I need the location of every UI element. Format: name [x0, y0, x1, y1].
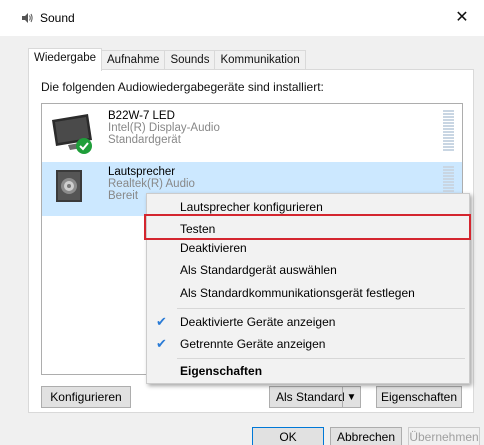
window-title: Sound	[40, 11, 75, 25]
menu-item-label: Deaktivieren	[180, 241, 247, 255]
checkmark-icon: ✔	[156, 336, 167, 351]
cancel-button[interactable]: Abbrechen	[330, 427, 402, 445]
menu-item-show-disconnected-devices[interactable]: ✔ Getrennte Geräte anzeigen	[147, 333, 469, 355]
configure-button[interactable]: Konfigurieren	[41, 386, 131, 408]
volume-level-meter	[443, 110, 454, 152]
menu-item-properties[interactable]: Eigenschaften	[147, 360, 469, 382]
ok-button[interactable]: OK	[252, 427, 324, 445]
menu-item-label: Lautsprecher konfigurieren	[180, 200, 323, 214]
menu-item-show-disabled-devices[interactable]: ✔ Deaktivierte Geräte anzeigen	[147, 311, 469, 333]
device-status: Bereit	[108, 190, 139, 202]
tab-strip: Wiedergabe Aufnahme Sounds Kommunikation	[28, 48, 306, 71]
tab-kommunikation[interactable]: Kommunikation	[214, 50, 306, 70]
menu-item-set-default-device[interactable]: Als Standardgerät auswählen	[147, 259, 469, 281]
close-icon: ✕	[455, 9, 469, 26]
device-status: Standardgerät	[108, 134, 181, 146]
menu-item-label: Getrennte Geräte anzeigen	[180, 337, 326, 351]
title-bar: Sound ✕	[0, 0, 484, 36]
device-name: Lautsprecher	[108, 166, 176, 178]
device-item-b22w[interactable]: B22W-7 LED Intel(R) Display-Audio Standa…	[42, 106, 462, 160]
checkmark-icon: ✔	[156, 314, 167, 329]
set-default-label: Als Standard	[276, 390, 345, 404]
set-default-button[interactable]: Als Standard ▼	[269, 386, 361, 408]
panel-heading: Die folgenden Audiowiedergabegeräte sind…	[41, 80, 324, 94]
menu-item-label: Als Standardgerät auswählen	[180, 263, 337, 277]
tab-wiedergabe[interactable]: Wiedergabe	[28, 48, 103, 71]
menu-item-label: Als Standardkommunikationsgerät festlege…	[180, 286, 415, 300]
apply-button[interactable]: Übernehmen	[408, 427, 480, 445]
close-button[interactable]: ✕	[440, 2, 484, 32]
dropdown-arrow-icon[interactable]: ▼	[342, 387, 360, 407]
menu-item-label: Deaktivierte Geräte anzeigen	[180, 315, 336, 329]
tab-sounds[interactable]: Sounds	[164, 50, 216, 70]
menu-item-label: Eigenschaften	[180, 364, 263, 378]
menu-item-set-default-communication[interactable]: Als Standardkommunikationsgerät festlege…	[147, 282, 469, 304]
tab-aufnahme[interactable]: Aufnahme	[101, 50, 166, 70]
properties-button[interactable]: Eigenschaften	[376, 386, 462, 408]
default-check-badge	[76, 138, 92, 154]
device-driver: Intel(R) Display-Audio	[108, 122, 220, 134]
highlight-frame	[144, 214, 471, 240]
menu-separator	[177, 308, 465, 309]
speaker-icon	[22, 13, 33, 23]
speaker-icon	[56, 170, 82, 202]
menu-item-disable[interactable]: Deaktivieren	[147, 237, 469, 259]
device-driver: Realtek(R) Audio	[108, 178, 195, 190]
device-name: B22W-7 LED	[108, 110, 175, 122]
menu-separator	[177, 358, 465, 359]
monitor-icon	[52, 114, 92, 154]
